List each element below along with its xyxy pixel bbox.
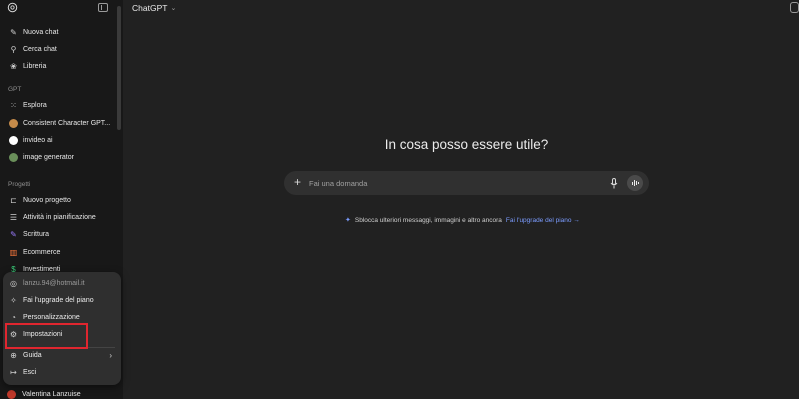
sidebar-item-library[interactable]: ❀ Libreria bbox=[4, 58, 114, 75]
menu-item-help[interactable]: ⊕ Guida › bbox=[8, 348, 116, 363]
voice-mode-button[interactable] bbox=[627, 175, 643, 191]
gpt-avatar-icon bbox=[9, 119, 18, 128]
sidebar-item-gpt[interactable]: Consistent Character GPT... bbox=[4, 115, 114, 132]
chevron-right-icon: › bbox=[109, 351, 112, 360]
help-icon: ⊕ bbox=[10, 351, 17, 360]
sidebar-item-project[interactable]: ▥ Ecommerce bbox=[4, 244, 114, 261]
pen-icon: ✎ bbox=[10, 230, 17, 239]
sidebar-item-project[interactable]: ✎ Scrittura bbox=[4, 226, 114, 243]
explore-icon: ⁙ bbox=[10, 101, 17, 110]
menu-item-upgrade[interactable]: ✧ Fai l'upgrade del piano bbox=[8, 293, 116, 308]
page-title: In cosa posso essere utile? bbox=[384, 137, 549, 152]
avatar bbox=[7, 389, 16, 399]
menu-item-logout[interactable]: ↦ Esci bbox=[8, 365, 116, 380]
logout-icon: ↦ bbox=[10, 368, 17, 377]
temporary-chat-icon[interactable] bbox=[790, 2, 799, 13]
sidebar-item-new-project[interactable]: ⊏ Nuovo progetto bbox=[4, 192, 114, 209]
user-account-button[interactable]: Valentina Lanzuise bbox=[4, 389, 81, 399]
microphone-icon[interactable] bbox=[610, 178, 618, 189]
sidebar-item-explore[interactable]: ⁙ Esplora bbox=[4, 97, 114, 114]
gpt-section-heading: GPT bbox=[8, 86, 22, 93]
chat-composer: + bbox=[284, 171, 649, 195]
sidebar-item-label: Attività in pianificazione bbox=[23, 214, 96, 221]
account-email-row: ◎ lanzu.94@hotmail.it bbox=[8, 276, 116, 291]
sidebar-item-search-chat[interactable]: ⚲ Cerca chat bbox=[4, 41, 114, 58]
openai-logo-icon[interactable] bbox=[7, 2, 18, 13]
sidebar-item-label: Scrittura bbox=[23, 231, 50, 238]
upgrade-link[interactable]: Fai l'upgrade del piano → bbox=[506, 217, 580, 224]
sidebar-item-label: Nuova chat bbox=[23, 29, 59, 36]
sidebar-item-new-chat[interactable]: ✎ Nuova chat bbox=[4, 24, 114, 41]
settings-highlight-box bbox=[5, 323, 88, 349]
chart-icon: ▥ bbox=[9, 248, 18, 257]
search-icon: ⚲ bbox=[10, 45, 17, 54]
sidebar-item-project[interactable]: ☰ Attività in pianificazione bbox=[4, 209, 114, 226]
user-name: Valentina Lanzuise bbox=[22, 390, 81, 398]
chat-input[interactable] bbox=[309, 176, 579, 190]
account-icon: ◎ bbox=[10, 279, 17, 288]
sparkle-icon: ✦ bbox=[345, 217, 351, 224]
new-chat-icon: ✎ bbox=[10, 28, 17, 37]
new-folder-icon: ⊏ bbox=[10, 196, 17, 205]
gpt-avatar-icon bbox=[9, 153, 18, 162]
model-label: ChatGPT bbox=[132, 3, 168, 13]
sidebar-toggle-icon[interactable] bbox=[98, 3, 108, 12]
menu-item-label: Fai l'upgrade del piano bbox=[23, 297, 94, 304]
personalize-icon: ◔ bbox=[11, 313, 16, 322]
account-email: lanzu.94@hotmail.it bbox=[23, 280, 85, 287]
upsell-text: Sblocca ulteriori messaggi, immagini e a… bbox=[354, 216, 502, 224]
menu-item-label: Guida bbox=[23, 352, 42, 359]
sidebar-item-label: Consistent Character GPT... bbox=[23, 120, 111, 127]
sparkle-icon: ✧ bbox=[10, 296, 17, 305]
upsell-banner: ✦ Sblocca ulteriori messaggi, immagini e… bbox=[345, 216, 580, 225]
sidebar-scrollbar[interactable] bbox=[117, 6, 121, 130]
sidebar-item-label: Esplora bbox=[23, 102, 47, 109]
projects-section-heading: Progetti bbox=[8, 181, 31, 188]
menu-item-label: Esci bbox=[23, 369, 37, 376]
sidebar-item-label: Cerca chat bbox=[23, 46, 57, 53]
sidebar-item-label: Nuovo progetto bbox=[23, 197, 71, 204]
sidebar-item-label: Ecommerce bbox=[23, 249, 61, 256]
chevron-down-icon: ⌄ bbox=[170, 5, 177, 12]
menu-item-label: Personalizzazione bbox=[23, 314, 80, 321]
sidebar-item-label: image generator bbox=[23, 154, 74, 161]
plus-icon[interactable]: + bbox=[294, 175, 301, 189]
library-icon: ❀ bbox=[10, 62, 17, 71]
sidebar-item-label: Libreria bbox=[23, 63, 47, 70]
model-selector[interactable]: ChatGPT ⌄ bbox=[132, 3, 176, 13]
tasks-icon: ☰ bbox=[9, 213, 18, 222]
